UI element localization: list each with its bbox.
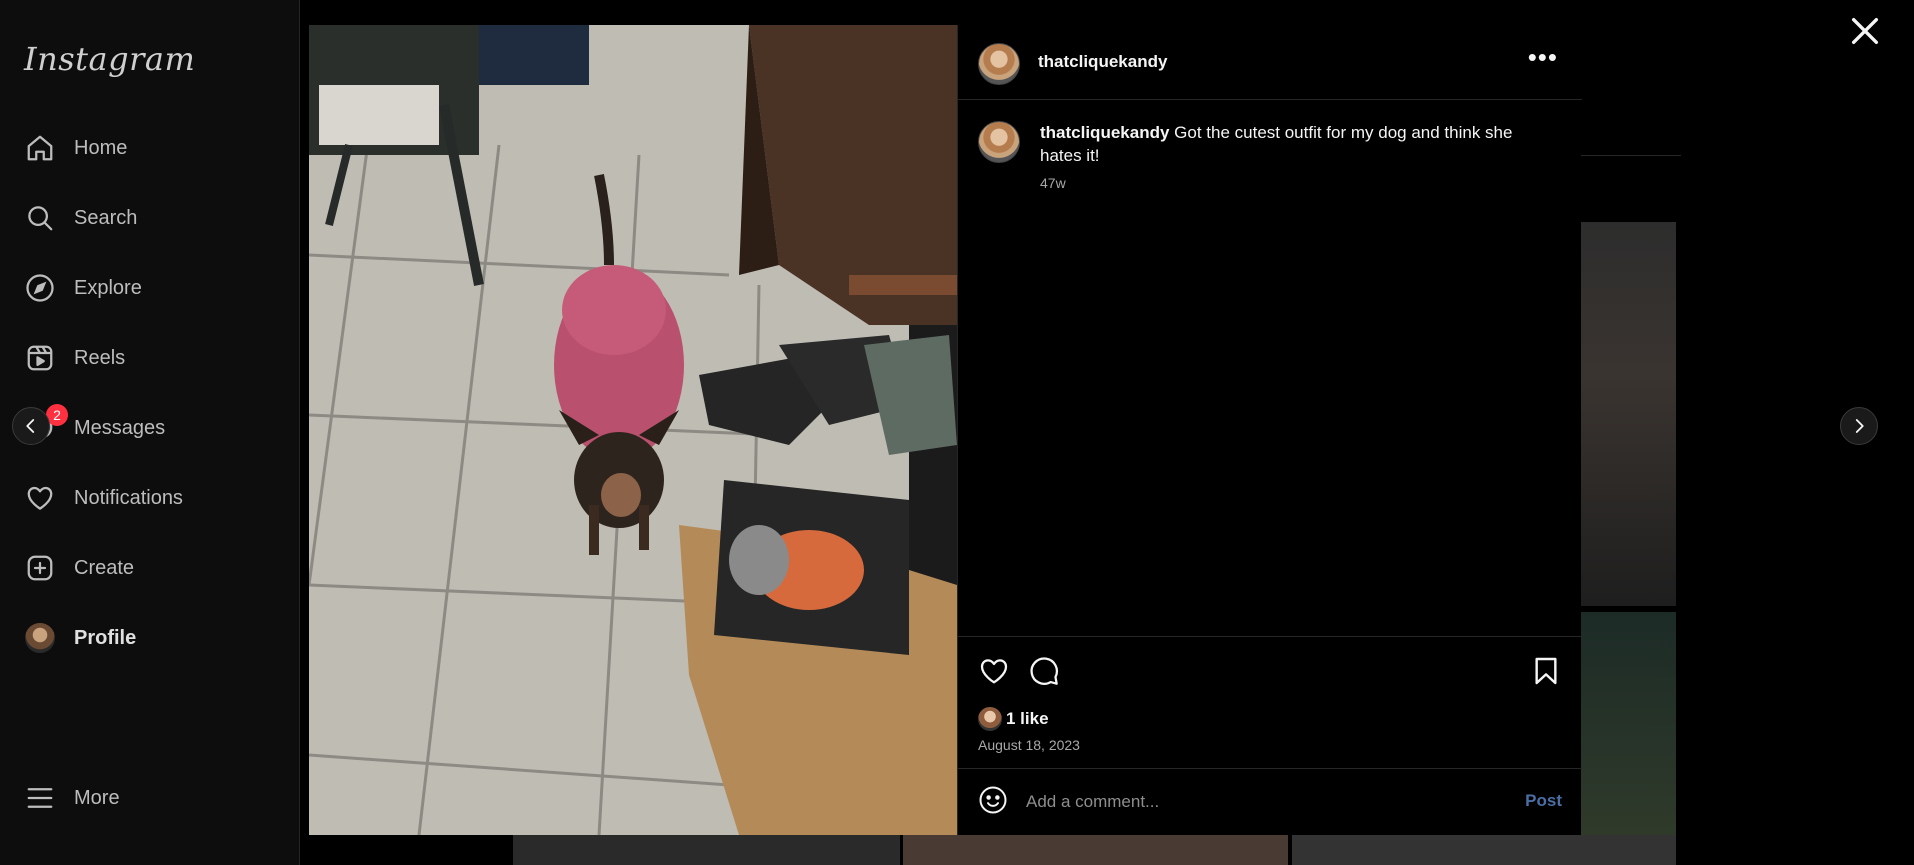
bookmark-icon[interactable]	[1530, 655, 1562, 687]
compass-icon	[24, 272, 56, 304]
more-options-icon[interactable]: •••	[1528, 44, 1558, 70]
likes-count[interactable]: 1 like	[978, 707, 1049, 731]
likes-text: 1 like	[1006, 709, 1049, 728]
caption-avatar[interactable]	[978, 121, 1020, 163]
background-grid-photo	[1581, 222, 1676, 606]
post-photo-illustration	[309, 25, 957, 835]
comment-input[interactable]	[1024, 787, 1468, 817]
post-comment-button[interactable]: Post	[1525, 791, 1562, 811]
sidebar-item-explore[interactable]: Explore	[24, 268, 142, 308]
background-grid-photo	[1581, 612, 1676, 835]
author-avatar[interactable]	[978, 43, 1020, 85]
post-details-panel: thatcliquekandy ••• thatcliquekandy Got …	[957, 25, 1582, 835]
caption-timestamp[interactable]: 47w	[1040, 175, 1066, 191]
sidebar-item-label: Notifications	[74, 486, 183, 509]
post-date[interactable]: August 18, 2023	[978, 737, 1080, 753]
post-actions: 1 like August 18, 2023 Post	[958, 636, 1582, 835]
plus-square-icon	[24, 552, 56, 584]
post-header: thatcliquekandy •••	[958, 25, 1582, 100]
sidebar-item-label: Explore	[74, 276, 142, 299]
like-heart-icon[interactable]	[978, 655, 1010, 687]
menu-icon	[24, 782, 56, 814]
author-username[interactable]: thatcliquekandy	[1038, 52, 1167, 72]
heart-icon	[24, 482, 56, 514]
sidebar-item-home[interactable]: Home	[24, 128, 127, 168]
sidebar-item-label: More	[74, 786, 120, 809]
caption-username[interactable]: thatcliquekandy	[1040, 123, 1169, 142]
comment-icon[interactable]	[1028, 655, 1060, 687]
sidebar-item-label: Profile	[74, 626, 137, 649]
sidebar-item-label: Search	[74, 206, 138, 229]
next-post-button[interactable]	[1840, 407, 1878, 445]
comment-form: Post	[958, 768, 1582, 836]
sidebar-item-create[interactable]: Create	[24, 548, 134, 588]
chevron-right-icon	[1855, 419, 1864, 433]
profile-avatar	[24, 622, 56, 654]
liker-avatar	[978, 707, 1002, 731]
chevron-left-icon	[26, 419, 35, 433]
post-photo[interactable]	[309, 25, 957, 835]
emoji-icon[interactable]	[978, 785, 1008, 815]
sidebar-item-label: Messages	[74, 416, 166, 439]
sidebar-item-notifications[interactable]: Notifications	[24, 478, 183, 518]
sidebar-item-search[interactable]: Search	[24, 198, 137, 238]
background-divider	[1581, 155, 1681, 156]
background-grid-photo	[903, 835, 1288, 865]
sidebar-item-label: Create	[74, 556, 135, 579]
sidebar-item-more[interactable]: More	[24, 778, 120, 818]
search-icon	[24, 202, 56, 234]
sidebar-item-label: Reels	[74, 346, 126, 369]
sidebar-item-profile[interactable]: Profile	[24, 618, 136, 658]
reels-icon	[24, 342, 56, 374]
background-grid-photo	[1292, 835, 1676, 865]
sidebar-item-reels[interactable]: Reels	[24, 338, 125, 378]
instagram-logo[interactable]: Instagram	[24, 40, 195, 78]
home-icon	[24, 132, 56, 164]
background-grid-photo	[513, 835, 900, 865]
post-caption: thatcliquekandy Got the cutest outfit fo…	[1040, 121, 1550, 167]
sidebar-item-label: Home	[74, 136, 128, 159]
close-icon[interactable]	[1848, 14, 1882, 48]
previous-post-button[interactable]	[12, 407, 50, 445]
